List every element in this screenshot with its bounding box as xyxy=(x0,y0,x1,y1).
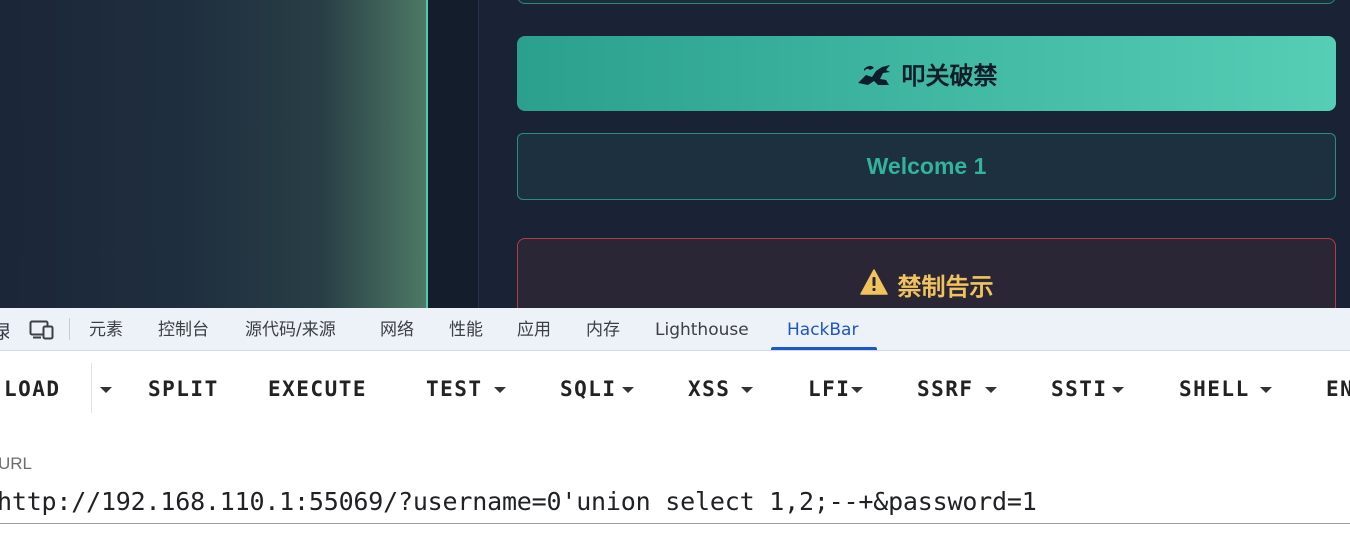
active-tab-indicator xyxy=(771,347,877,350)
submit-button[interactable]: 叩关破禁 xyxy=(517,36,1336,111)
chevron-down-icon xyxy=(851,387,863,393)
submit-button-label: 叩关破禁 xyxy=(901,62,998,90)
ssrf-menu-button[interactable]: SSRF xyxy=(917,376,974,402)
tab-memory[interactable]: 内存 xyxy=(586,308,620,350)
devtools-partial-tab[interactable]: 录 xyxy=(0,317,9,344)
tab-lighthouse[interactable]: Lighthouse xyxy=(655,308,749,350)
url-field-label: URL xyxy=(0,454,33,473)
ssti-menu-button[interactable]: SSTI xyxy=(1051,376,1108,402)
warning-notice: 禁制告示 xyxy=(517,238,1336,308)
tab-sources[interactable]: 源代码/来源 xyxy=(245,308,336,350)
sqli-menu-button[interactable]: SQLI xyxy=(560,376,617,402)
warning-title: 禁制告示 xyxy=(897,272,994,301)
load-options-dropdown-icon[interactable] xyxy=(100,387,112,393)
test-menu-button[interactable]: TEST xyxy=(426,376,483,402)
lfi-menu-button[interactable]: LFI xyxy=(808,376,850,402)
toolbar-divider xyxy=(91,363,92,413)
chevron-down-icon xyxy=(622,387,634,393)
split-button[interactable]: SPLIT xyxy=(148,376,219,402)
encoding-menu-button[interactable]: EN xyxy=(1326,376,1350,402)
devtools-tab-bar: 录 元素 控制台 源代码/来源 网络 性能 应用 内存 Lighthouse H… xyxy=(0,308,1350,351)
chevron-down-icon xyxy=(1260,387,1272,393)
chevron-down-icon xyxy=(1112,387,1124,393)
devtools-divider xyxy=(69,318,70,340)
shell-menu-button[interactable]: SHELL xyxy=(1179,376,1250,402)
execute-button[interactable]: EXECUTE xyxy=(268,376,367,402)
load-button[interactable]: LOAD xyxy=(4,376,61,402)
tab-hackbar[interactable]: HackBar xyxy=(787,308,858,350)
page-gutter xyxy=(428,0,478,308)
chevron-down-icon xyxy=(741,387,753,393)
url-input[interactable]: http://192.168.110.1:55069/?username=0'u… xyxy=(0,485,1350,524)
tab-application[interactable]: 应用 xyxy=(517,308,551,350)
web-page: 叩关破禁 Welcome 1 禁制告示 xyxy=(0,0,1350,308)
url-input-value[interactable]: http://192.168.110.1:55069/?username=0'u… xyxy=(0,487,1037,516)
device-toggle-icon[interactable] xyxy=(29,320,54,340)
warning-triangle-icon xyxy=(859,269,888,299)
tab-network[interactable]: 网络 xyxy=(380,308,414,350)
hackbar-toolbar: LOAD SPLIT EXECUTE TEST SQLI XSS LFI SSR… xyxy=(0,351,1350,426)
welcome-message: Welcome 1 xyxy=(866,153,987,179)
chevron-down-icon xyxy=(985,387,997,393)
chevron-down-icon xyxy=(494,387,506,393)
tab-elements[interactable]: 元素 xyxy=(89,308,123,350)
password-input[interactable] xyxy=(517,0,1336,4)
welcome-message-box: Welcome 1 xyxy=(517,133,1336,200)
tab-performance[interactable]: 性能 xyxy=(449,308,483,350)
dragon-icon xyxy=(856,61,892,87)
tab-console[interactable]: 控制台 xyxy=(158,308,209,350)
xss-menu-button[interactable]: XSS xyxy=(688,376,730,402)
hero-image xyxy=(0,0,428,308)
